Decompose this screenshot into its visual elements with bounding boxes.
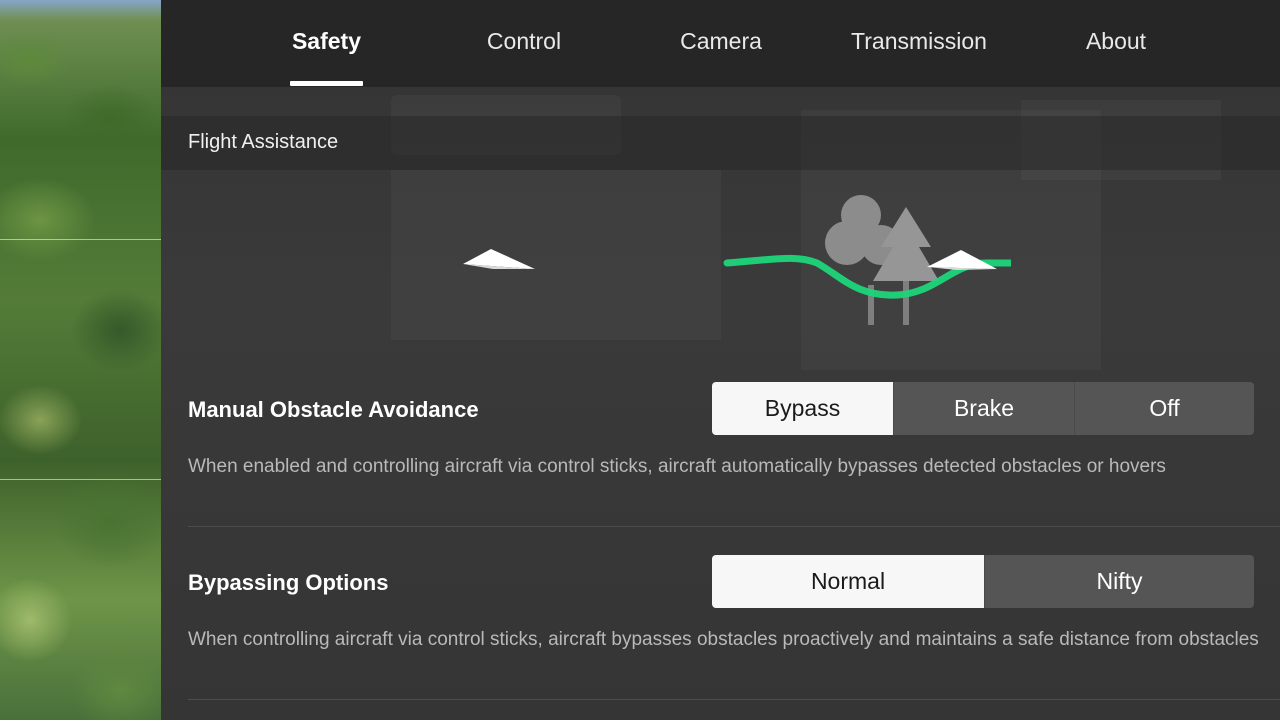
obstacle-avoidance-selector: Bypass Brake Off (712, 382, 1254, 435)
bypassing-options-description: When controlling aircraft via control st… (188, 629, 1259, 650)
normal-option[interactable]: Normal (712, 555, 984, 608)
brake-option[interactable]: Brake (893, 382, 1074, 435)
manual-obstacle-avoidance-label: Manual Obstacle Avoidance (188, 397, 479, 422)
preview-guide-line (0, 479, 161, 480)
divider (188, 526, 1280, 527)
section-title: Flight Assistance (188, 131, 339, 153)
tree-icon (825, 195, 939, 325)
tab-about[interactable]: About (1076, 28, 1156, 62)
tab-bar: Safety Control Camera Transmission About (161, 0, 1280, 87)
manual-obstacle-avoidance-description: When enabled and controlling aircraft vi… (188, 456, 1166, 477)
tab-transmission[interactable]: Transmission (839, 28, 999, 62)
settings-panel: Safety Control Camera Transmission About… (161, 0, 1280, 720)
obstacle-bypass-illustration (463, 195, 1011, 325)
bypassing-options-label: Bypassing Options (188, 570, 389, 595)
paper-plane-icon (463, 249, 535, 269)
active-tab-indicator (290, 81, 363, 86)
off-option[interactable]: Off (1074, 382, 1254, 435)
bypassing-options-selector: Normal Nifty (712, 555, 1254, 608)
tab-control[interactable]: Control (474, 28, 574, 62)
tab-camera[interactable]: Camera (671, 28, 771, 62)
camera-preview (0, 0, 161, 720)
divider (188, 699, 1280, 700)
section-header: Flight Assistance (161, 116, 1280, 170)
bypass-option[interactable]: Bypass (712, 382, 893, 435)
tab-safety[interactable]: Safety (290, 28, 363, 62)
preview-guide-line (0, 239, 161, 240)
nifty-option[interactable]: Nifty (984, 555, 1254, 608)
